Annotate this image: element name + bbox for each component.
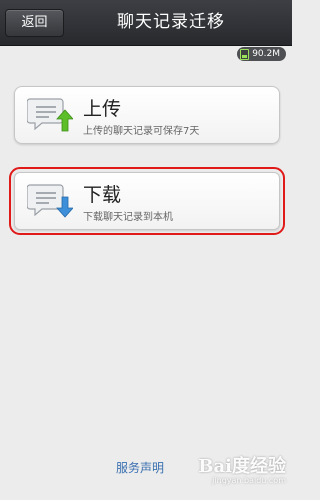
- watermark-url: jingyan.baidu.com: [212, 476, 286, 485]
- top-bar: 返回 聊天记录迁移: [0, 0, 292, 46]
- battery-icon: [240, 48, 250, 60]
- upload-description: 上传的聊天记录可保存7天: [83, 126, 200, 137]
- baidu-watermark: Bai度经验 jingyan.baidu.com: [198, 452, 286, 485]
- download-option[interactable]: 下载 下载聊天记录到本机: [9, 167, 285, 235]
- watermark-brand: Bai度经验: [198, 456, 286, 477]
- page-title: 聊天记录迁移: [117, 12, 225, 32]
- download-description: 下载聊天记录到本机: [83, 212, 173, 223]
- download-title: 下载: [83, 184, 122, 206]
- upload-chat-icon: [27, 98, 73, 132]
- storage-value: 90.2M: [252, 49, 280, 59]
- download-chat-icon: [27, 184, 73, 218]
- upload-title: 上传: [83, 98, 122, 120]
- upload-option[interactable]: 上传 上传的聊天记录可保存7天: [14, 86, 280, 144]
- back-button[interactable]: 返回: [5, 9, 64, 37]
- storage-indicator: 90.2M: [237, 47, 286, 61]
